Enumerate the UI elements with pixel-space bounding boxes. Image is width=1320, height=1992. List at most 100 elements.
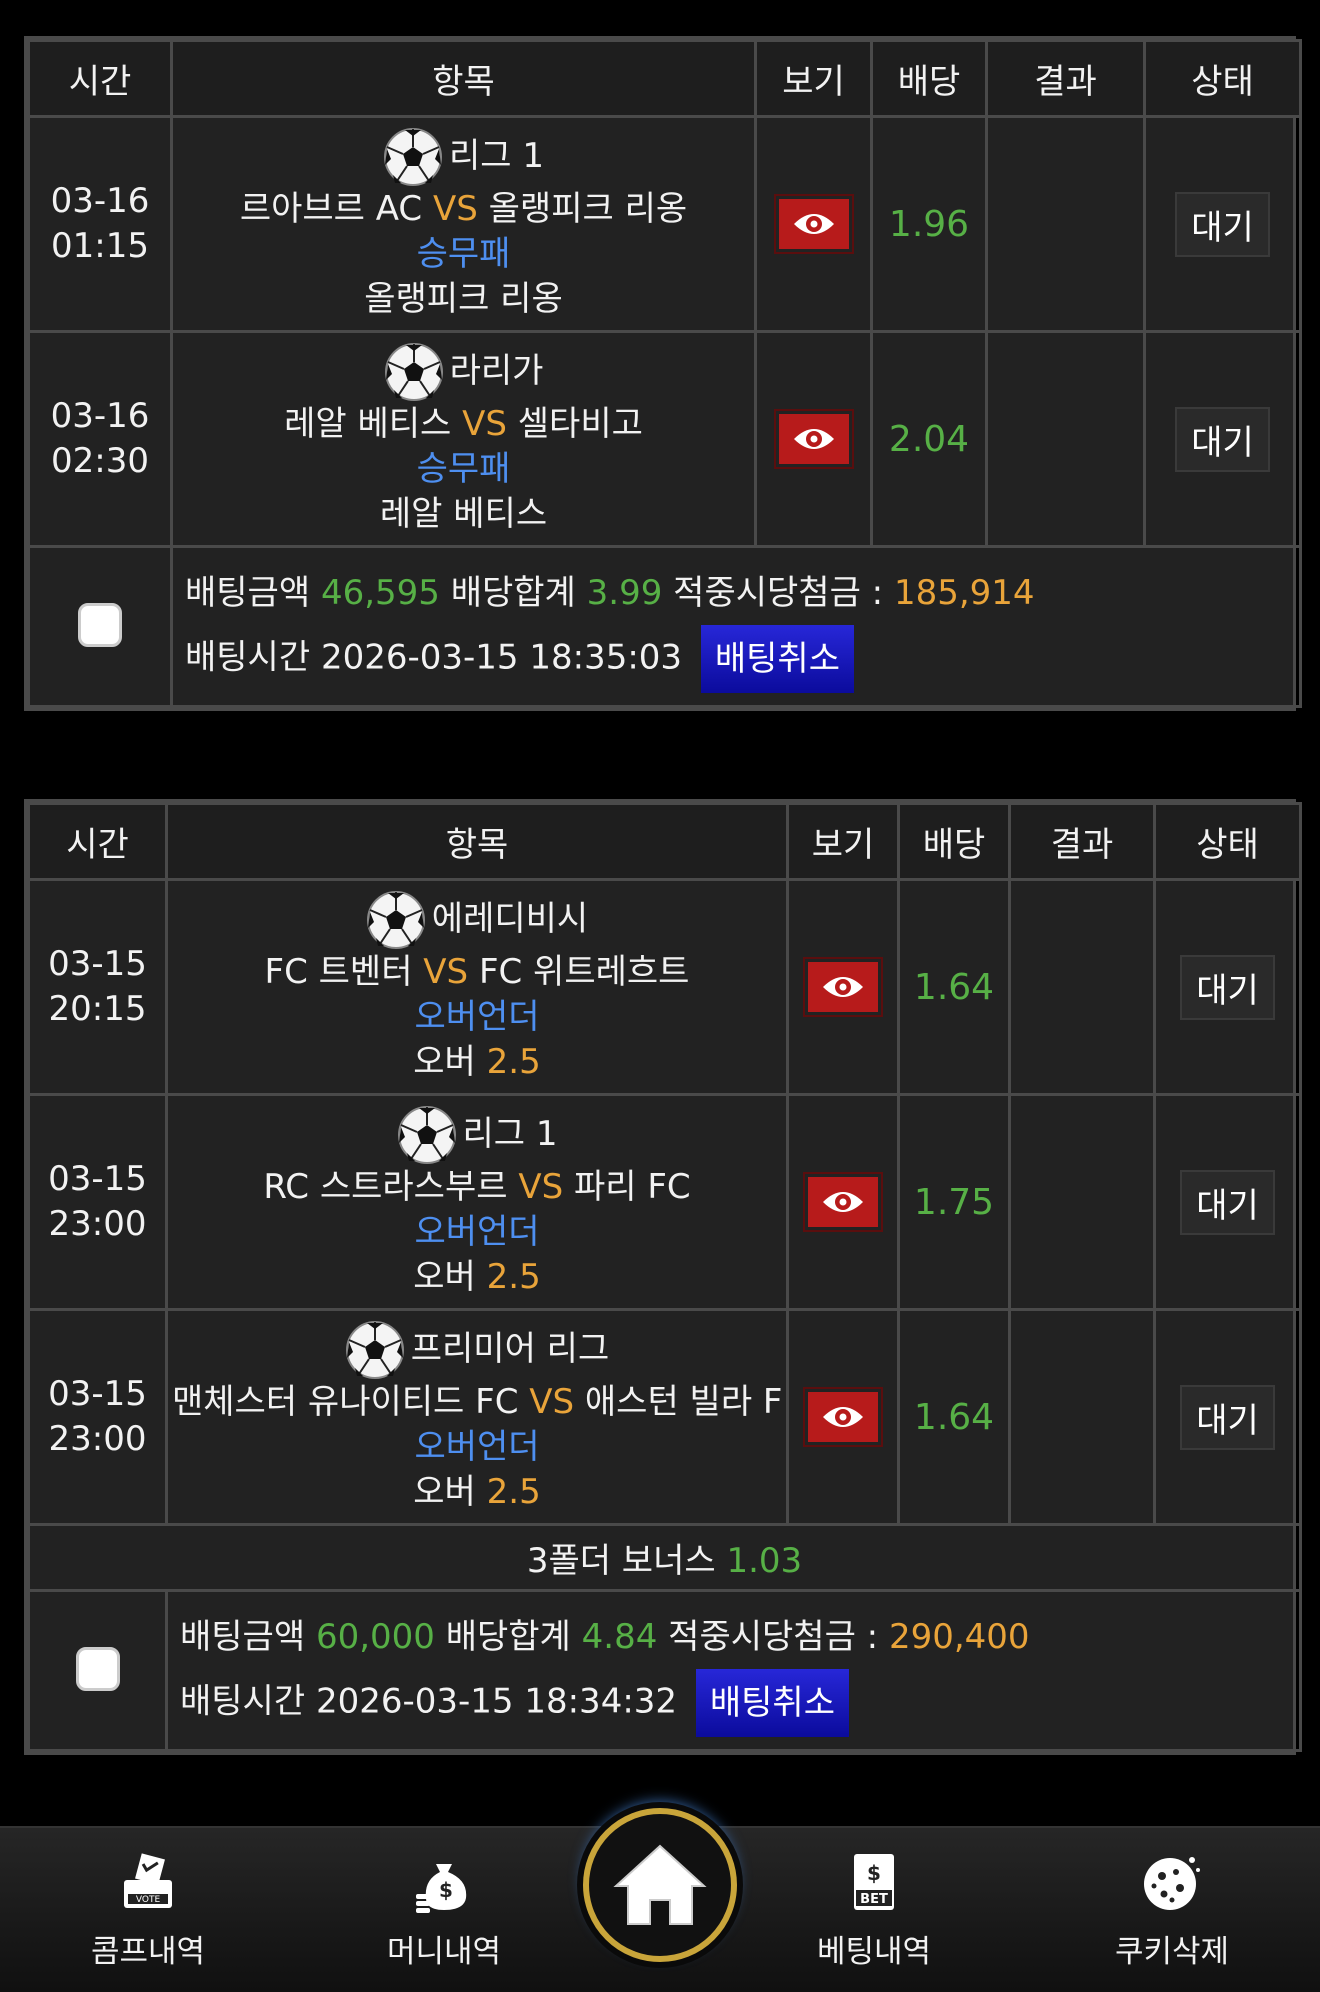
home-team: FC 트벤터 bbox=[264, 951, 413, 992]
pick: 오버 2.5 bbox=[172, 1040, 782, 1085]
market-type: 오버언더 bbox=[414, 1211, 540, 1252]
home-team: 맨체스터 유나이티드 FC bbox=[172, 1381, 519, 1422]
away-team: 올랭피크 리옹 bbox=[488, 188, 688, 229]
match-time: 23:00 bbox=[48, 1204, 147, 1244]
status-cell: 대기 bbox=[1153, 1308, 1302, 1526]
view-button[interactable] bbox=[805, 1389, 881, 1445]
bet-amount: 46,595 bbox=[320, 572, 440, 613]
status-badge: 대기 bbox=[1175, 191, 1270, 257]
vote-box-icon: VOTE bbox=[124, 1853, 172, 1908]
home-icon bbox=[613, 1844, 707, 1925]
pick: 올랭피크 리옹 bbox=[364, 278, 563, 319]
bet-amount-label: 배팅금액 bbox=[185, 572, 311, 613]
item-cell: 리그 1 르아브르 AC VS 올랭피크 리옹 승무패 올랭피크 리옹 bbox=[170, 115, 757, 333]
view-cell bbox=[786, 1308, 900, 1526]
bonus-label: 3폴더 보너스 bbox=[526, 1541, 716, 1581]
nav-bet-label: 베팅내역 bbox=[816, 1934, 932, 1970]
table-row: 03-16 01:15 리그 1 르아브르 AC VS 올랭피크 리옹 승무패 … bbox=[27, 115, 1302, 333]
table-row: 03-15 23:00 프리미어 리그 맨체스터 유나이티드 FC VS 애스턴… bbox=[27, 1308, 1302, 1526]
result-cell bbox=[1008, 1308, 1156, 1526]
match-time: 02:30 bbox=[51, 441, 149, 481]
eye-icon bbox=[793, 214, 834, 234]
home-team: 르아브르 AC bbox=[239, 188, 423, 229]
header-odds: 배당 bbox=[897, 802, 1011, 881]
eye-icon bbox=[823, 1407, 863, 1427]
pick-label: 오버 bbox=[413, 1471, 476, 1512]
payout: 290,400 bbox=[888, 1616, 1030, 1657]
bet-amount: 60,000 bbox=[315, 1616, 435, 1657]
table-row: 03-15 20:15 에레디비시 FC 트벤터 VS FC 위트레흐트 오버언… bbox=[27, 878, 1302, 1096]
market-type: 승무패 bbox=[416, 448, 511, 489]
item-cell: 프리미어 리그 맨체스터 유나이티드 FC VS 애스턴 빌라 F 오버언더 오… bbox=[165, 1308, 789, 1526]
bet-summary: 배팅금액 60,000 배당합계 4.84 적중시당첨금 : 290,400 배… bbox=[165, 1589, 1302, 1752]
cancel-bet-button[interactable]: 배팅취소 bbox=[700, 624, 854, 693]
table-row: 03-15 23:00 리그 1 RC 스트라스부르 VS 파리 FC 오버언더… bbox=[27, 1093, 1302, 1311]
soccer-ball-icon bbox=[366, 890, 425, 949]
header-time: 시간 bbox=[27, 802, 168, 881]
match-date: 03-15 bbox=[48, 1374, 147, 1414]
status-badge: 대기 bbox=[1180, 1169, 1275, 1235]
eye-icon bbox=[823, 1192, 863, 1212]
check-cell bbox=[27, 545, 173, 708]
league-name: 에레디비시 bbox=[431, 899, 589, 939]
bonus-row: 3폴더 보너스 1.03 bbox=[27, 1523, 1302, 1592]
bet-slip-2-table: 시간 항목 보기 배당 결과 상태 03-15 20:15 에레디비시 FC 트… bbox=[27, 802, 1302, 1752]
status-badge: 대기 bbox=[1180, 954, 1275, 1020]
result-cell bbox=[1008, 1093, 1156, 1311]
cancel-bet-button[interactable]: 배팅취소 bbox=[695, 1668, 849, 1737]
folder-bonus: 3폴더 보너스 1.03 bbox=[27, 1523, 1302, 1592]
bet-time-label: 배팅시간 bbox=[185, 637, 311, 677]
view-cell bbox=[786, 1093, 900, 1311]
league-name: 리그 1 bbox=[449, 136, 544, 176]
match-teams: 르아브르 AC VS 올랭피크 리옹 bbox=[177, 187, 750, 232]
soccer-ball-icon bbox=[384, 342, 443, 401]
select-checkbox[interactable] bbox=[75, 1646, 120, 1691]
home-button[interactable] bbox=[583, 1808, 737, 1962]
nav-cookie-delete[interactable]: 쿠키삭제 bbox=[1072, 1850, 1272, 1971]
money-bag-icon: $ bbox=[416, 1864, 467, 1913]
payout: 185,914 bbox=[893, 572, 1035, 613]
total-odds: 3.99 bbox=[586, 572, 663, 613]
summary-amount-line: 배팅금액 60,000 배당합계 4.84 적중시당첨금 : 290,400 bbox=[180, 1605, 1299, 1669]
pick-value: 2.5 bbox=[486, 1256, 541, 1297]
header-result: 결과 bbox=[985, 39, 1146, 118]
header-view: 보기 bbox=[786, 802, 900, 881]
vs-label: VS bbox=[529, 1381, 575, 1422]
odds-value: 2.04 bbox=[870, 330, 988, 548]
header-status: 상태 bbox=[1143, 39, 1302, 118]
league-line: 라리가 bbox=[177, 342, 750, 402]
table-row: 03-16 02:30 라리가 레알 베티스 VS 셀타비고 승무패 레알 베티… bbox=[27, 330, 1302, 548]
header-item: 항목 bbox=[170, 39, 757, 118]
away-team: 파리 FC bbox=[573, 1166, 691, 1207]
item-cell: 리그 1 RC 스트라스부르 VS 파리 FC 오버언더 오버 2.5 bbox=[165, 1093, 789, 1311]
header-odds: 배당 bbox=[870, 39, 988, 118]
soccer-ball-icon bbox=[345, 1320, 404, 1379]
bet-icon-text: BET bbox=[860, 1892, 888, 1907]
league-name: 프리미어 리그 bbox=[410, 1329, 610, 1369]
time-cell: 03-15 23:00 bbox=[27, 1308, 168, 1526]
svg-text:$: $ bbox=[439, 1878, 453, 1902]
result-cell bbox=[1008, 878, 1156, 1096]
view-button[interactable] bbox=[775, 411, 852, 467]
view-button[interactable] bbox=[805, 959, 881, 1015]
odds-value: 1.96 bbox=[870, 115, 988, 333]
pick-value: 2.5 bbox=[486, 1471, 541, 1512]
nav-bet-history[interactable]: $ BET 베팅내역 bbox=[774, 1850, 974, 1971]
eye-icon bbox=[823, 977, 863, 997]
select-checkbox[interactable] bbox=[78, 602, 122, 647]
header-status: 상태 bbox=[1153, 802, 1302, 881]
view-cell bbox=[754, 330, 873, 548]
header-view: 보기 bbox=[754, 39, 873, 118]
match-date: 03-15 bbox=[48, 1159, 147, 1199]
market-type: 승무패 bbox=[416, 233, 511, 274]
bet-summary: 배팅금액 46,595 배당합계 3.99 적중시당첨금 : 185,914 배… bbox=[170, 545, 1302, 708]
odds-value: 1.64 bbox=[897, 878, 1011, 1096]
view-button[interactable] bbox=[775, 196, 852, 252]
nav-comp-history[interactable]: VOTE 콤프내역 bbox=[48, 1850, 248, 1971]
market-type: 오버언더 bbox=[414, 996, 540, 1037]
result-cell bbox=[985, 330, 1146, 548]
view-button[interactable] bbox=[805, 1174, 881, 1230]
bet-amount-label: 배팅금액 bbox=[180, 1616, 306, 1657]
nav-money-history[interactable]: $ 머니내역 bbox=[344, 1850, 544, 1971]
result-cell bbox=[985, 115, 1146, 333]
